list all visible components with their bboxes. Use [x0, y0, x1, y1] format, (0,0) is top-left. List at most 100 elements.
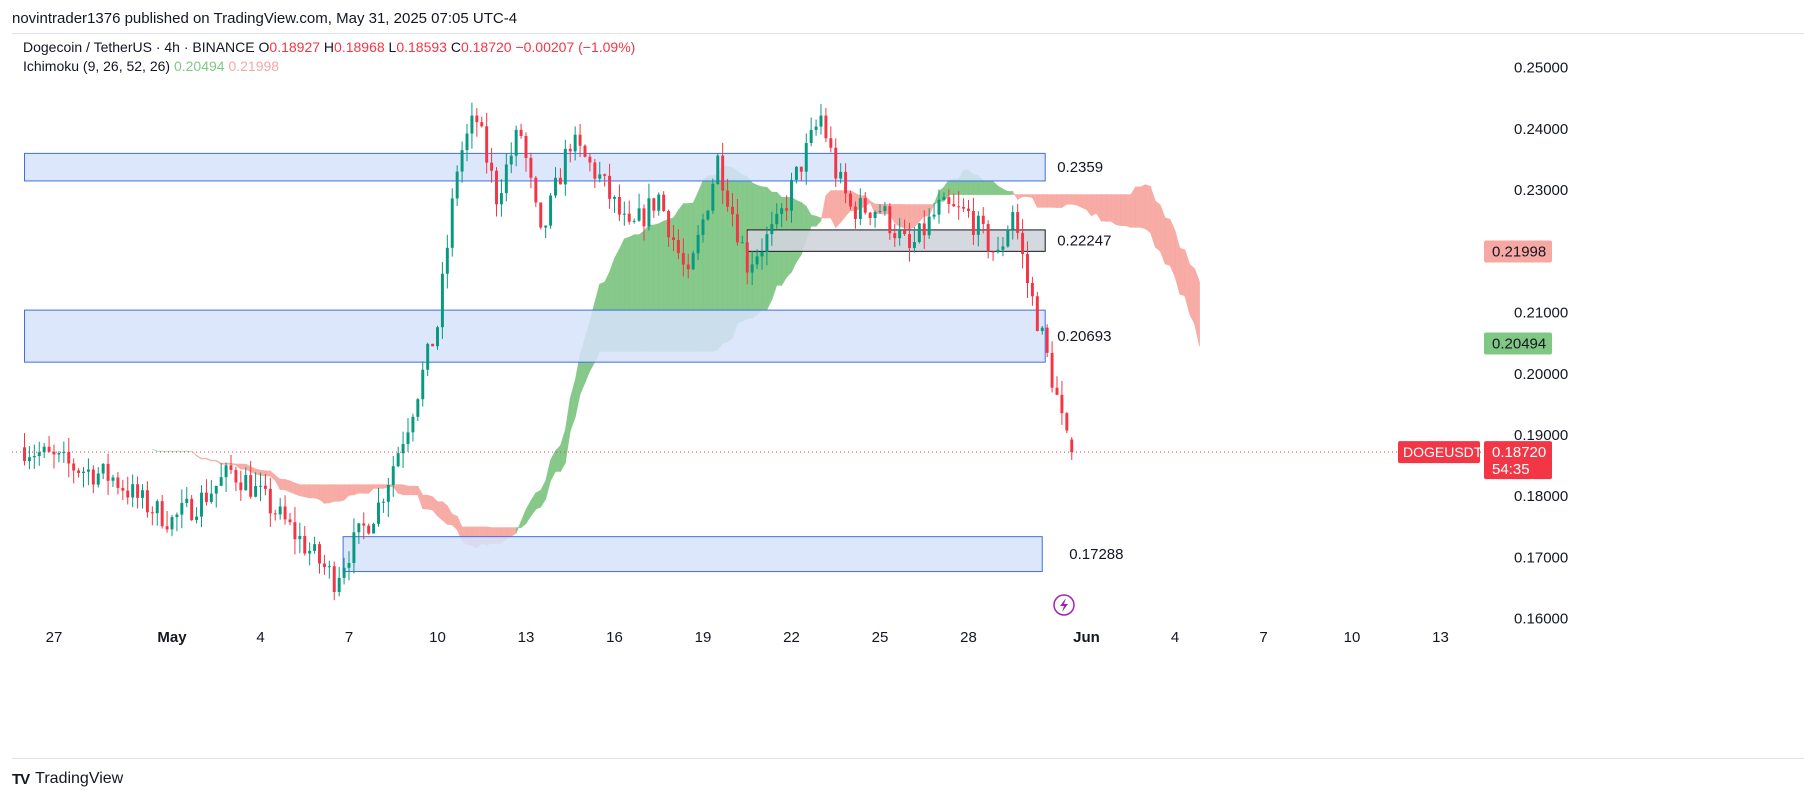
- cloud-bear-segment: [1174, 230, 1181, 295]
- close-value: 0.18720: [460, 39, 512, 55]
- candle-body: [937, 199, 941, 215]
- candle-body: [96, 473, 100, 485]
- candle-body: [485, 126, 489, 163]
- cloud-bear-segment: [1189, 263, 1195, 325]
- x-tick-label: 25: [872, 629, 889, 646]
- candle-body: [922, 223, 926, 236]
- cloud-bear-segment: [397, 484, 404, 496]
- cloud-bear-segment: [928, 204, 935, 217]
- y-tick-label: 0.17000: [1514, 549, 1568, 566]
- zone-box: [24, 152, 1046, 182]
- cloud-bear-segment: [304, 484, 310, 499]
- cloud-bear-segment: [343, 484, 350, 501]
- cloud-bear-segment: [869, 200, 876, 214]
- cloud-bear-segment: [274, 474, 281, 490]
- cloud-bear-segment: [1041, 194, 1048, 208]
- candle-body: [465, 133, 469, 151]
- candle-body: [652, 198, 656, 211]
- candle-body: [917, 223, 921, 243]
- cloud-bear-segment: [1125, 194, 1132, 228]
- symbol-title[interactable]: Dogecoin / TetherUS · 4h · BINANCE: [23, 39, 255, 55]
- candle-body: [204, 492, 208, 502]
- chart-area[interactable]: 0.2359 0.22247 0.20693 0.17288 0.25000 0.2400…: [12, 33, 1804, 759]
- cloud-bear-segment: [422, 494, 428, 510]
- cloud-bull-segment: [992, 180, 999, 195]
- candle-body: [475, 115, 479, 123]
- candle-body: [834, 147, 838, 179]
- price-badge-value: 0.21998: [1492, 243, 1546, 260]
- indicator-name: Ichimoku (9, 26, 52, 26): [23, 58, 171, 74]
- candle-body: [745, 242, 749, 273]
- cloud-bear-segment: [1135, 186, 1141, 228]
- candle-body: [657, 194, 661, 211]
- candle-body: [160, 501, 164, 527]
- zone-label: 0.2359: [1057, 159, 1103, 176]
- y-tick-label: 0.21000: [1514, 305, 1568, 322]
- candle-body: [1016, 212, 1020, 233]
- cloud-bull-segment: [535, 489, 542, 510]
- candle-body: [367, 525, 371, 534]
- cloud-bear-segment: [1091, 194, 1097, 217]
- candle-body: [1021, 232, 1025, 255]
- candle-body: [819, 115, 823, 127]
- cloud-bull-segment: [545, 459, 551, 500]
- candle-body: [1035, 296, 1039, 332]
- candle-body: [509, 155, 513, 165]
- chart-canvas[interactable]: 0.2359 0.22247 0.20693 0.17288 0.25000 0.2400…: [12, 34, 1804, 758]
- candle-body: [721, 155, 725, 191]
- y-tick-label: 0.25000: [1514, 60, 1568, 77]
- candle-body: [539, 202, 543, 228]
- candle-body: [731, 206, 734, 215]
- zone-label: 0.20693: [1057, 328, 1111, 345]
- candle-body: [588, 156, 592, 163]
- candle-body: [200, 492, 203, 517]
- candle-body: [1050, 352, 1054, 388]
- cloud-bull-segment: [565, 397, 571, 464]
- cloud-bull-segment: [525, 499, 532, 525]
- candle-body: [150, 512, 154, 514]
- cloud-bear-segment: [1115, 194, 1122, 227]
- candle-body: [431, 343, 435, 347]
- cloud-bear-segment: [1046, 194, 1053, 208]
- tradingview-logo[interactable]: TV TradingView: [12, 770, 123, 788]
- candle-body: [735, 214, 739, 243]
- candle-body: [755, 256, 759, 265]
- candle-body: [804, 143, 808, 172]
- zone-box: [746, 229, 1046, 252]
- candle-body: [318, 544, 321, 564]
- cloud-bear-segment: [1120, 194, 1127, 227]
- ohlc-legend: Dogecoin / TetherUS · 4h · BINANCE O0.18…: [23, 39, 635, 55]
- cloud-bear-segment: [215, 459, 222, 465]
- cloud-bear-segment: [1086, 194, 1092, 217]
- cloud-bear-segment: [402, 484, 409, 496]
- cloud-bear-segment: [265, 470, 271, 477]
- indicator-legend[interactable]: Ichimoku (9, 26, 52, 26) 0.20494 0.21998: [23, 58, 279, 74]
- candle-body: [224, 465, 228, 478]
- candle-body: [868, 212, 872, 218]
- cloud-bear-segment: [392, 484, 399, 495]
- candle-body: [873, 211, 877, 218]
- candle-body: [617, 197, 621, 215]
- cloud-bear-segment: [437, 501, 443, 521]
- cloud-bear-segment: [1150, 186, 1156, 248]
- cloud-bear-segment: [206, 457, 212, 462]
- cloud-bear-segment: [255, 468, 261, 476]
- candle-body: [313, 544, 317, 551]
- candle-body: [416, 399, 420, 417]
- cloud-bear-segment: [289, 480, 296, 495]
- candle-body: [77, 470, 81, 473]
- candle-body: [91, 469, 95, 485]
- candle-body: [445, 247, 449, 274]
- candle-body: [957, 206, 961, 208]
- candle-body: [563, 148, 567, 185]
- cloud-bear-segment: [1155, 200, 1161, 252]
- cloud-bear-segment: [230, 462, 237, 466]
- candle-body: [450, 198, 454, 248]
- candle-body: [126, 490, 130, 498]
- candle-body: [962, 206, 966, 209]
- cloud-bear-segment: [909, 204, 915, 230]
- cloud-bear-segment: [299, 484, 306, 498]
- cloud-bull-segment: [810, 214, 817, 227]
- candle-body: [849, 193, 852, 207]
- indicator-value-1: 0.20494: [173, 58, 225, 74]
